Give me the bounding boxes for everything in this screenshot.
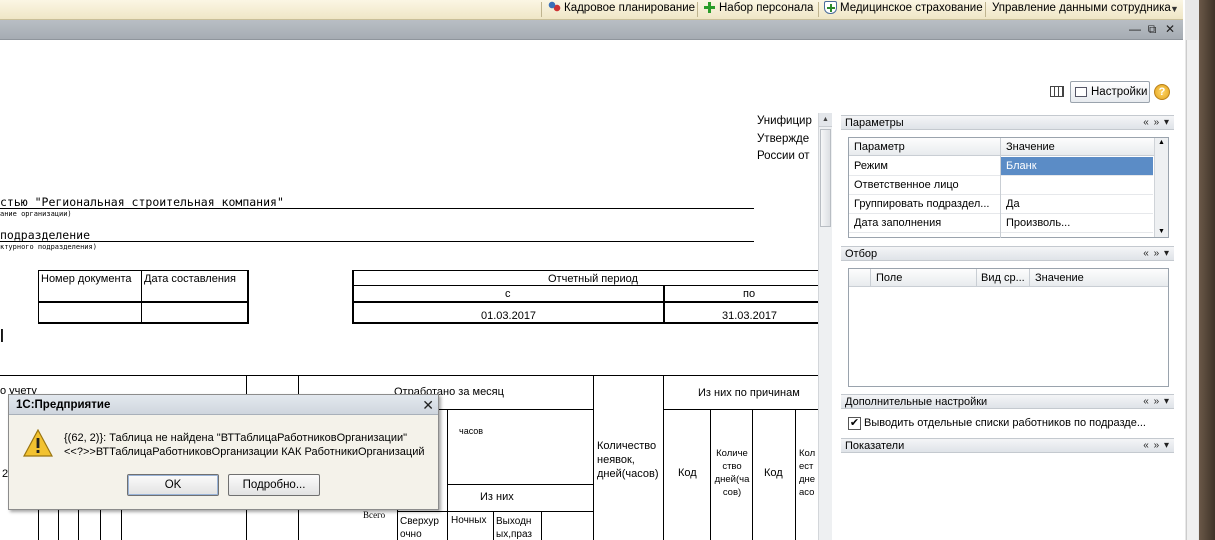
department-caption: ктурного подразделения)	[0, 243, 97, 251]
period-to-value: 31.03.2017	[722, 310, 778, 322]
close-icon[interactable]: ✕	[422, 396, 434, 414]
period-label: Отчетный период	[548, 273, 638, 285]
code-header-2: Код	[764, 467, 783, 479]
column-header-value[interactable]: Значение	[1001, 138, 1151, 156]
toolbar-separator	[818, 2, 819, 17]
param-name-fill-date[interactable]: Дата заполнения	[849, 214, 1000, 233]
night-header: Ночных	[451, 515, 487, 526]
header-line: Унифицир	[757, 115, 812, 127]
absence-header: Количество неявок, дней(часов)	[597, 440, 659, 480]
toolbar-separator	[697, 2, 698, 17]
param-value-responsible[interactable]	[1001, 176, 1153, 195]
count-partial-header: Кол ест дне асо	[799, 448, 816, 498]
ok-button[interactable]: OK	[127, 474, 219, 496]
warning-icon	[23, 429, 53, 457]
param-value-fill-date[interactable]: Произволь...	[1001, 214, 1153, 233]
dialog-title: 1С:Предприятие	[16, 399, 111, 411]
filter-panel-header: Отбор « » ▾	[841, 246, 1174, 261]
of-them-header: Из них	[480, 491, 514, 503]
dialog-title-bar: 1С:Предприятие ✕	[9, 395, 438, 415]
panel-collapse-controls[interactable]: « » ▾	[1143, 116, 1170, 130]
scroll-up-icon[interactable]: ▲	[819, 113, 832, 127]
scroll-up-icon[interactable]: ▲	[1155, 139, 1168, 146]
extra-settings-panel-header: Дополнительные настройки « » ▾	[841, 394, 1174, 409]
error-dialog: 1С:Предприятие ✕ {(62, 2)}: Таблица не н…	[8, 394, 439, 510]
total-header: Всего	[363, 510, 386, 520]
people-plan-icon	[548, 1, 561, 14]
settings-list-icon	[1075, 87, 1087, 97]
params-panel-header: Параметры « » ▾	[841, 115, 1174, 130]
column-header-comparison[interactable]: Вид ср...	[976, 269, 1028, 287]
organization-caption: ание организации)	[0, 210, 72, 218]
error-message-line-2: <<?>>ВТТаблицаРаботниковОрганизации КАК …	[64, 446, 425, 458]
panel-collapse-controls[interactable]: « » ▾	[1143, 439, 1170, 453]
param-name-responsible[interactable]: Ответственное лицо	[849, 176, 1000, 195]
period-to-label: по	[743, 288, 756, 300]
column-header-field[interactable]: Поле	[871, 269, 975, 287]
table-view-icon[interactable]	[1050, 86, 1064, 97]
add-person-icon	[703, 1, 716, 14]
header-line: России от	[757, 150, 810, 162]
outer-scrollbar[interactable]	[1186, 40, 1198, 540]
window-title-bar: — ⧉ ✕	[0, 20, 1183, 40]
days-hours-header: Количе ство дней(ча сов)	[714, 448, 750, 498]
chevron-down-icon[interactable]: ▼	[1170, 4, 1179, 14]
panel-collapse-controls[interactable]: « » ▾	[1143, 395, 1170, 409]
param-value-group-dept[interactable]: Да	[1001, 195, 1153, 214]
code-header-1: Код	[678, 467, 697, 479]
cut-mark: |	[0, 326, 4, 342]
desktop-background-strip	[1183, 0, 1215, 540]
help-icon[interactable]: ?	[1154, 84, 1170, 100]
toolbar-separator	[985, 2, 986, 17]
param-name-mode[interactable]: Режим	[849, 157, 1000, 176]
filter-grid[interactable]: Поле Вид ср... Значение	[848, 268, 1169, 387]
details-button[interactable]: Подробно...	[228, 474, 320, 496]
param-name-group-dept[interactable]: Группировать подраздел...	[849, 195, 1000, 214]
panel-collapse-controls[interactable]: « » ▾	[1143, 247, 1170, 261]
params-grid-scrollbar[interactable]: ▲ ▼	[1154, 138, 1168, 237]
column-header-filter-value[interactable]: Значение	[1030, 269, 1160, 287]
separate-lists-label[interactable]: Выводить отдельные списки работников по …	[864, 417, 1146, 429]
overtime-header: Сверхур очно	[400, 516, 439, 540]
holiday-header: Выходн ых,праз	[496, 516, 532, 540]
toolbar-separator	[541, 2, 542, 17]
params-grid[interactable]: Параметр Значение Режим Бланк Ответствен…	[848, 137, 1169, 238]
filter-grid-header: Поле Вид ср... Значение	[849, 269, 1168, 287]
indicators-panel-header: Показатели « » ▾	[841, 438, 1174, 453]
toolbar-item-recruitment[interactable]: Набор персонала	[703, 0, 813, 19]
header-line: Утвержде	[757, 133, 810, 145]
scroll-down-icon[interactable]: ▼	[1155, 228, 1168, 235]
doc-number-label: Номер документа	[41, 273, 132, 285]
document-vertical-scrollbar[interactable]: ▲	[818, 113, 832, 540]
toolbar-item-employee-data[interactable]: Управление данными сотрудника	[992, 0, 1171, 19]
top-toolbar: Кадровое планирование Набор персонала Ме…	[0, 0, 1183, 20]
close-icon[interactable]: ✕	[1163, 21, 1177, 37]
error-message-line-1: {(62, 2)}: Таблица не найдена "ВТТаблица…	[64, 432, 408, 444]
doc-date-label: Дата составления	[144, 273, 236, 285]
organization-name: стью "Региональная строительная компания…	[0, 195, 284, 209]
params-grid-header: Параметр Значение	[849, 138, 1154, 156]
medical-shield-icon	[824, 1, 837, 14]
column-header-param[interactable]: Параметр	[849, 138, 999, 156]
scroll-thumb[interactable]	[820, 129, 831, 227]
param-value-mode[interactable]: Бланк	[1001, 157, 1153, 176]
toolbar-item-medical-insurance[interactable]: Медицинское страхование	[824, 0, 983, 19]
toolbar-item-staff-planning[interactable]: Кадровое планирование	[548, 0, 695, 19]
separate-lists-checkbox[interactable]: ✔	[848, 417, 861, 430]
period-from-value: 01.03.2017	[481, 310, 537, 322]
minimize-icon[interactable]: —	[1128, 21, 1142, 37]
settings-button[interactable]: Настройки	[1070, 81, 1150, 103]
reasons-header: Из них по причинам	[698, 387, 800, 399]
restore-icon[interactable]: ⧉	[1145, 21, 1159, 37]
period-from-label: с	[505, 288, 511, 300]
hours-header: часов	[459, 426, 484, 436]
department-name: подразделение	[0, 228, 91, 242]
